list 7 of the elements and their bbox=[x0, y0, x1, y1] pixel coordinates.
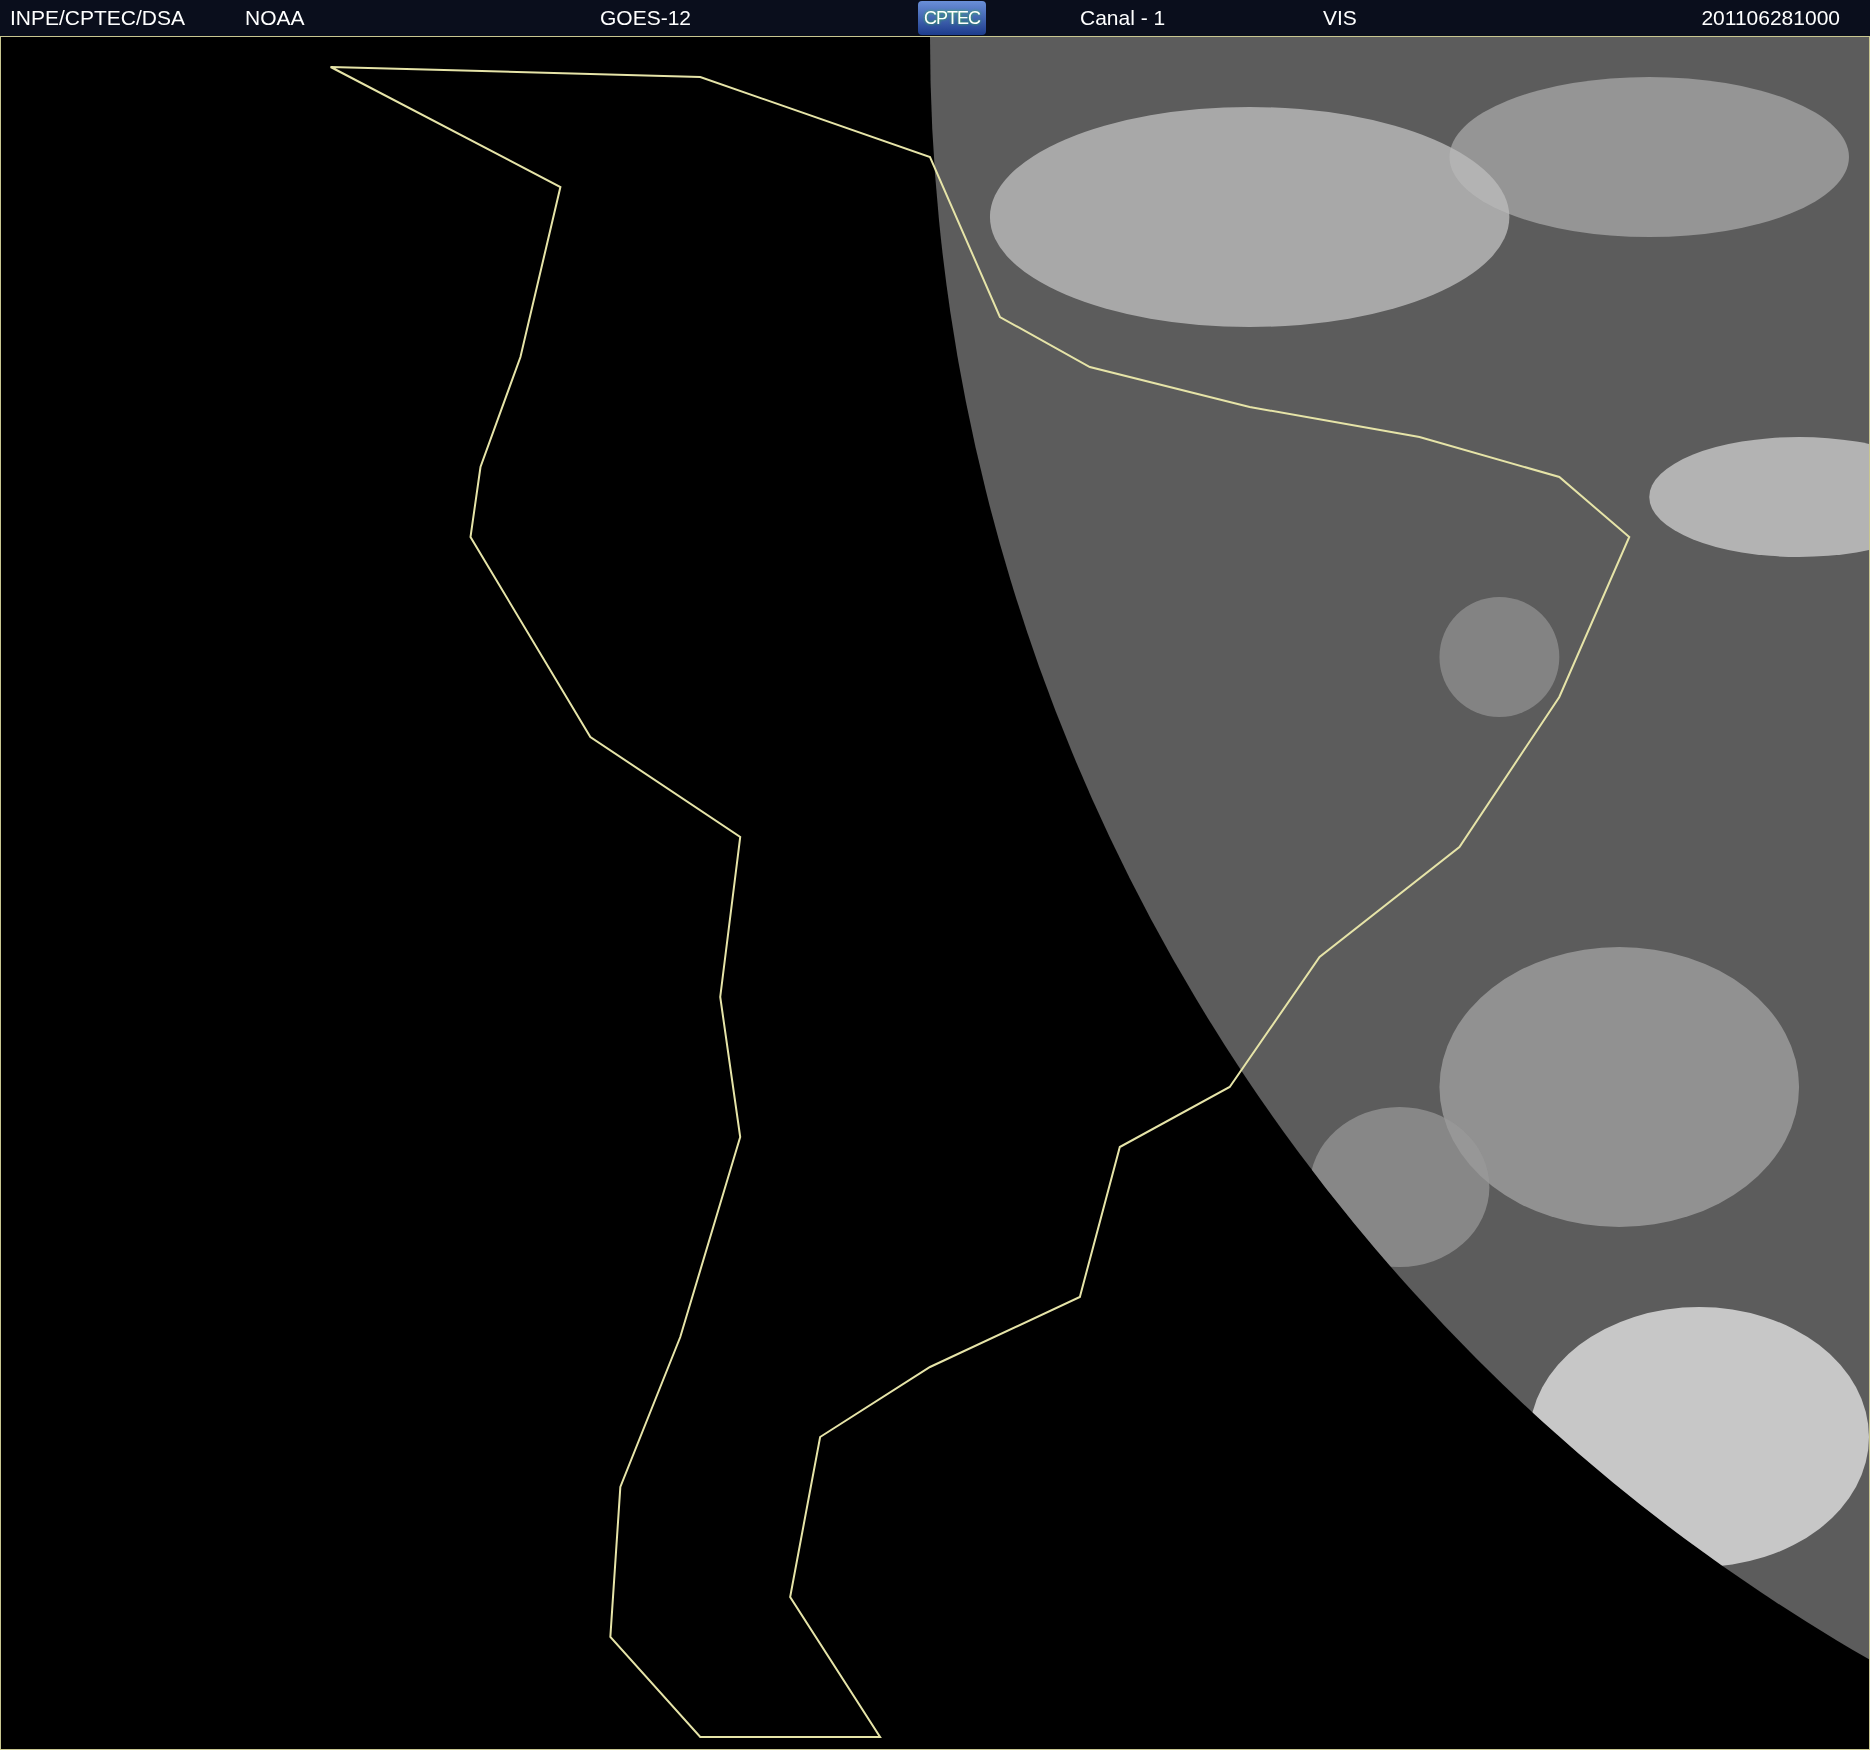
header-label: Canal - 1 bbox=[1080, 6, 1166, 30]
header-label: INPE/CPTEC/DSA bbox=[10, 6, 186, 30]
header-label: VIS bbox=[1323, 6, 1357, 30]
agency-logo: CPTEC bbox=[918, 1, 986, 35]
header-label: GOES-12 bbox=[600, 6, 692, 30]
timestamp: 201106281000 bbox=[1701, 6, 1840, 30]
header-label: NOAA bbox=[245, 6, 305, 30]
